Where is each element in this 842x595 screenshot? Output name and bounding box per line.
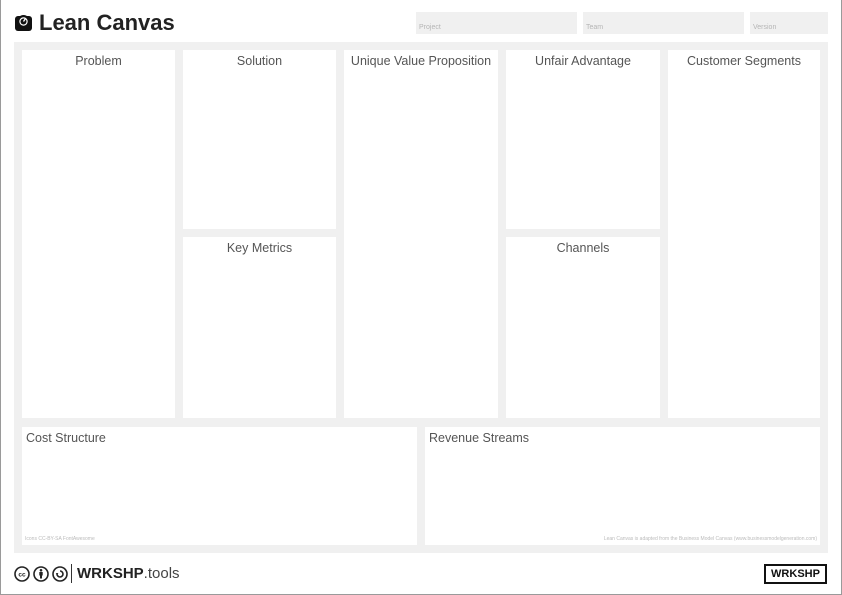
problem-label: Problem [75,54,122,68]
cost-structure-label: Cost Structure [26,431,106,445]
icons-credit: Icons CC-BY-SA FontAwesome [25,536,95,542]
customer-segments-label: Customer Segments [687,54,801,68]
channels-box[interactable]: Channels [506,237,660,418]
customer-segments-box[interactable]: Customer Segments [668,50,820,418]
brand-bold: WRKSHP [77,565,144,582]
key-metrics-label: Key Metrics [226,241,293,255]
dashboard-icon [15,15,32,31]
revenue-streams-box[interactable]: Revenue Streams Lean Canvas is adapted f… [425,427,820,545]
svg-text:cc: cc [18,572,26,579]
footer-divider [71,564,72,583]
revenue-streams-label: Revenue Streams [429,431,530,445]
version-label: Version [753,24,777,31]
unique-value-proposition-box[interactable]: Unique Value Proposition [344,50,498,418]
project-label: Project [419,24,441,31]
adaptation-note: Lean Canvas is adapted from the Business… [603,536,817,542]
attribution-icon [33,566,49,582]
page-title: Lean Canvas [39,10,175,35]
unfair-advantage-label: Unfair Advantage [535,54,631,68]
canvas-board: Problem Solution Key Metrics Unique Valu… [14,42,828,553]
channels-label: Channels [556,241,610,255]
unique-value-proposition-label: Unique Value Proposition [350,54,492,68]
solution-label: Solution [236,54,283,68]
share-alike-icon [52,566,68,582]
team-label: Team [586,24,604,31]
team-field[interactable]: Team [583,12,744,34]
cost-structure-box[interactable]: Cost Structure Icons CC-BY-SA FontAwesom… [22,427,417,545]
problem-box[interactable]: Problem [22,50,175,418]
wrkshp-badge: WRKSHP [764,564,827,584]
version-field[interactable]: Version [750,12,828,34]
brand-suffix: .tools [143,565,180,582]
key-metrics-box[interactable]: Key Metrics [183,237,336,418]
solution-box[interactable]: Solution [183,50,336,229]
creative-commons-icon: cc [14,566,30,582]
brand-logo: WRKSHP.tools [77,564,180,584]
unfair-advantage-box[interactable]: Unfair Advantage [506,50,660,229]
license-icons: cc [14,566,68,582]
project-field[interactable]: Project [416,12,577,34]
